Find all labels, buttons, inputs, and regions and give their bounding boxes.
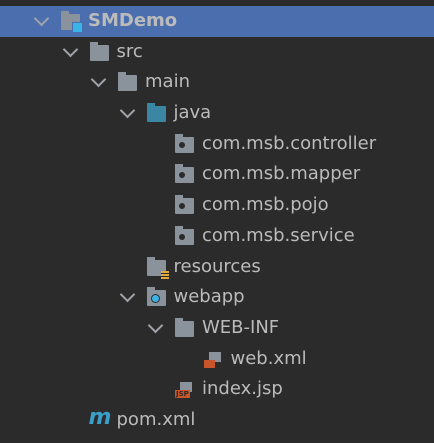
package-icon bbox=[175, 225, 194, 245]
tree-item-label: web.xml bbox=[230, 347, 307, 369]
tree-item-label: com.msb.controller bbox=[202, 132, 377, 154]
folder-icon bbox=[175, 317, 194, 337]
chevron-down-icon[interactable] bbox=[62, 41, 78, 57]
module-folder-icon bbox=[61, 11, 83, 33]
tree-item-web-inf[interactable]: WEB-INF bbox=[0, 313, 434, 344]
maven-icon: m bbox=[88, 404, 112, 430]
package-icon bbox=[175, 133, 194, 153]
tree-item-web-xml[interactable]: web.xml bbox=[0, 344, 434, 375]
web-folder-icon bbox=[146, 287, 166, 307]
tree-item-com-msb-controller[interactable]: com.msb.controller bbox=[0, 129, 434, 160]
chevron-down-icon[interactable] bbox=[119, 102, 135, 119]
tree-item-com-msb-pojo[interactable]: com.msb.pojo bbox=[0, 190, 434, 221]
tree-item-com-msb-service[interactable]: com.msb.service bbox=[0, 221, 434, 252]
tree-item-com-msb-mapper[interactable]: com.msb.mapper bbox=[0, 159, 434, 190]
chevron-down-icon[interactable] bbox=[147, 317, 164, 334]
folder-icon bbox=[118, 72, 137, 92]
folder-icon bbox=[89, 41, 109, 61]
tree-item-label: com.msb.mapper bbox=[202, 163, 361, 185]
xml-file-icon bbox=[203, 351, 223, 368]
tree-item-label: main bbox=[145, 71, 190, 93]
tree-item-label: com.msb.service bbox=[202, 224, 355, 246]
chevron-down-icon[interactable] bbox=[119, 286, 135, 303]
project-tree: SMDemo src main java com.msb.controller com.m… bbox=[0, 0, 434, 436]
tree-item-index-jsp[interactable]: JSP index.jsp bbox=[0, 374, 434, 405]
tree-item-src[interactable]: src bbox=[0, 37, 434, 68]
tree-item-label: index.jsp bbox=[202, 378, 283, 400]
jsp-badge: JSP bbox=[175, 390, 190, 399]
tree-item-pom-xml[interactable]: m pom.xml bbox=[0, 405, 434, 436]
package-icon bbox=[175, 164, 194, 184]
tree-item-label: java bbox=[173, 102, 212, 124]
resources-folder-icon bbox=[146, 256, 169, 280]
xml-badge-icon bbox=[203, 359, 215, 368]
tree-item-main[interactable]: main bbox=[0, 67, 434, 98]
tree-item-resources[interactable]: resources bbox=[0, 252, 434, 283]
tree-item-label: resources bbox=[173, 255, 261, 277]
tree-item-label: pom.xml bbox=[116, 408, 196, 430]
chevron-down-icon[interactable] bbox=[90, 72, 107, 88]
tree-item-java[interactable]: java bbox=[0, 98, 434, 129]
chevron-down-icon[interactable] bbox=[33, 10, 50, 27]
tree-item-webapp[interactable]: webapp bbox=[0, 282, 434, 313]
tree-item-label: WEB-INF bbox=[202, 316, 280, 338]
tree-item-label: src bbox=[116, 40, 143, 62]
tree-item-label: webapp bbox=[173, 286, 245, 308]
tree-item-label: com.msb.pojo bbox=[202, 194, 329, 216]
package-icon bbox=[175, 195, 194, 215]
jsp-file-icon: JSP bbox=[175, 382, 194, 399]
source-folder-icon bbox=[146, 103, 166, 123]
tree-item-label: SMDemo bbox=[88, 10, 178, 31]
tree-item-smdemo[interactable]: SMDemo bbox=[0, 6, 434, 37]
